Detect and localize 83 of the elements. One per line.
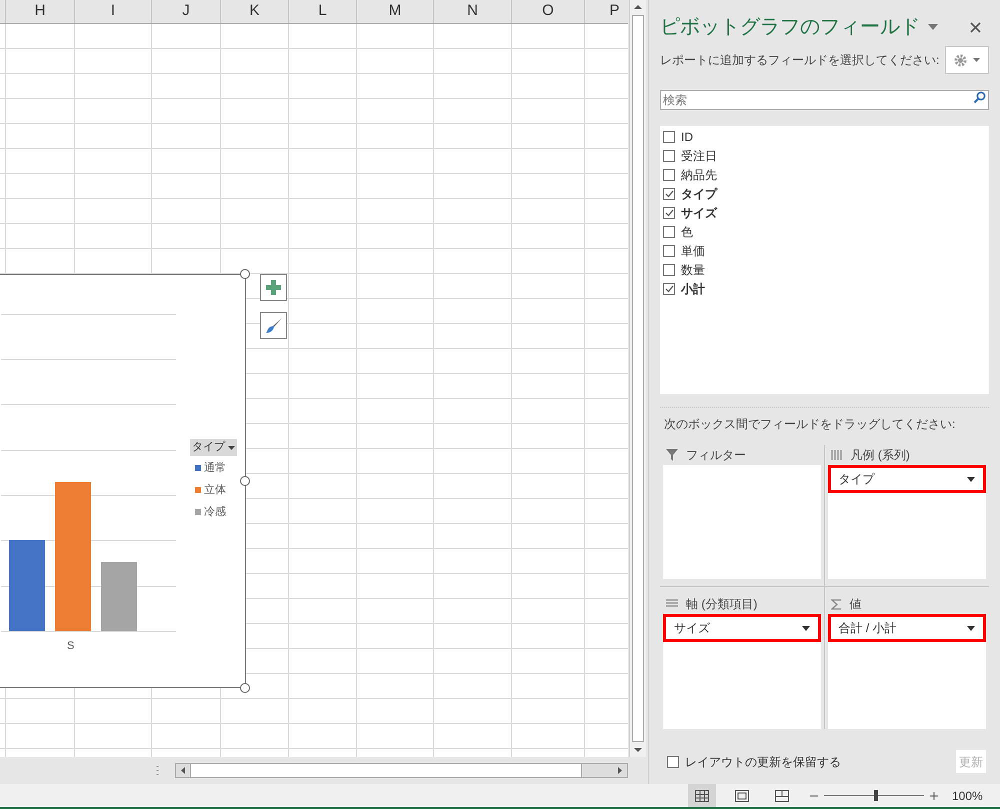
area-label: 値 [850,596,862,613]
column-header[interactable]: K [221,0,289,23]
caret-icon [973,58,980,62]
plus-icon [266,280,281,295]
legend-filter-button[interactable]: タイプ [190,439,237,456]
instruction-text: レポートに追加するフィールドを選択してください: [660,52,940,69]
field-item[interactable]: 数量 [663,260,989,279]
area-label: フィルター [686,447,746,464]
zoom-slider-thumb[interactable] [874,790,878,801]
column-header[interactable]: N [434,0,512,23]
column-header[interactable]: H [6,0,75,23]
legend-label: 通常 [204,460,226,476]
horizontal-scrollbar[interactable] [175,763,628,778]
pane-title: ピボットグラフのフィールド [660,15,921,40]
checkbox[interactable] [663,244,675,256]
search-field[interactable]: 検索 [660,90,989,110]
search-icon [973,91,986,104]
caret-icon [967,626,975,630]
caret-icon[interactable] [928,24,938,30]
zoom-slider[interactable] [824,790,924,802]
checkbox[interactable] [663,168,675,180]
resize-handle[interactable] [240,683,250,693]
page-icon [735,790,749,802]
rows-icon [666,599,678,609]
area-label: 軸 (分類項目) [686,596,758,613]
checkbox[interactable] [667,756,679,768]
close-icon[interactable] [970,22,981,32]
settings-icon [954,54,967,66]
brush-icon [264,316,282,334]
instruction-text: 次のボックス間でフィールドをドラッグしてください: [663,416,956,433]
caret-icon [967,476,975,482]
chart-styles-button[interactable] [260,312,287,339]
check-icon [664,284,674,292]
field-item[interactable]: サイズ [663,203,989,222]
checkbox[interactable] [663,226,675,238]
field-item[interactable]: ID [663,127,989,146]
field-chip[interactable]: サイズ [663,614,820,642]
checkbox[interactable] [663,282,675,294]
caret-icon [802,626,810,630]
sigma-icon [830,598,842,610]
resize-handle[interactable] [240,269,250,279]
drop-area[interactable]: 合計 / 小計 [828,614,986,729]
legend-label: 冷感 [204,504,226,520]
field-item[interactable]: 受注日 [663,146,989,165]
field-chip[interactable]: 合計 / 小計 [828,614,986,642]
drop-area[interactable]: タイプ [828,465,986,579]
check-icon [664,190,674,198]
settings-button[interactable] [945,46,989,74]
caret-icon [228,446,235,450]
field-item[interactable]: 納品先 [663,165,989,184]
columns-icon [830,450,842,460]
checkbox[interactable] [663,264,675,276]
field-chip[interactable]: タイプ [828,465,986,493]
legend-label: 立体 [204,482,226,498]
field-item[interactable]: 単価 [663,241,989,260]
checkbox[interactable] [663,130,675,142]
column-header[interactable]: J [152,0,221,23]
column-header[interactable]: M [357,0,434,23]
zoom-in-icon[interactable] [930,792,938,800]
filter-icon [666,449,678,461]
field-item[interactable]: 色 [663,222,989,241]
check-icon [664,208,674,216]
chart-area[interactable]: S タイプ 通常 立体 冷感 [0,274,246,688]
field-item[interactable]: 小計 [663,279,989,298]
defer-update-checkbox[interactable]: レイアウトの更新を保留する [660,752,956,770]
column-header[interactable]: L [289,0,357,23]
view-button[interactable] [688,784,716,807]
checkbox[interactable] [663,150,675,162]
column-header[interactable]: I [75,0,152,23]
area-label: 凡例 (系列) [850,447,910,464]
checkbox[interactable] [663,188,675,200]
chart-elements-button[interactable] [260,274,287,301]
field-item[interactable]: タイプ [663,184,989,203]
category-label: S [67,639,74,654]
zoom-level[interactable]: 100% [952,786,983,804]
vertical-scrollbar[interactable] [629,0,646,757]
column-header[interactable]: O [512,0,585,23]
resize-handle[interactable] [240,476,250,486]
chart-bar [101,562,137,631]
grid-icon [695,790,709,802]
drop-area[interactable]: サイズ [663,614,820,729]
page-break-icon [775,790,789,802]
checkbox[interactable] [663,206,675,218]
